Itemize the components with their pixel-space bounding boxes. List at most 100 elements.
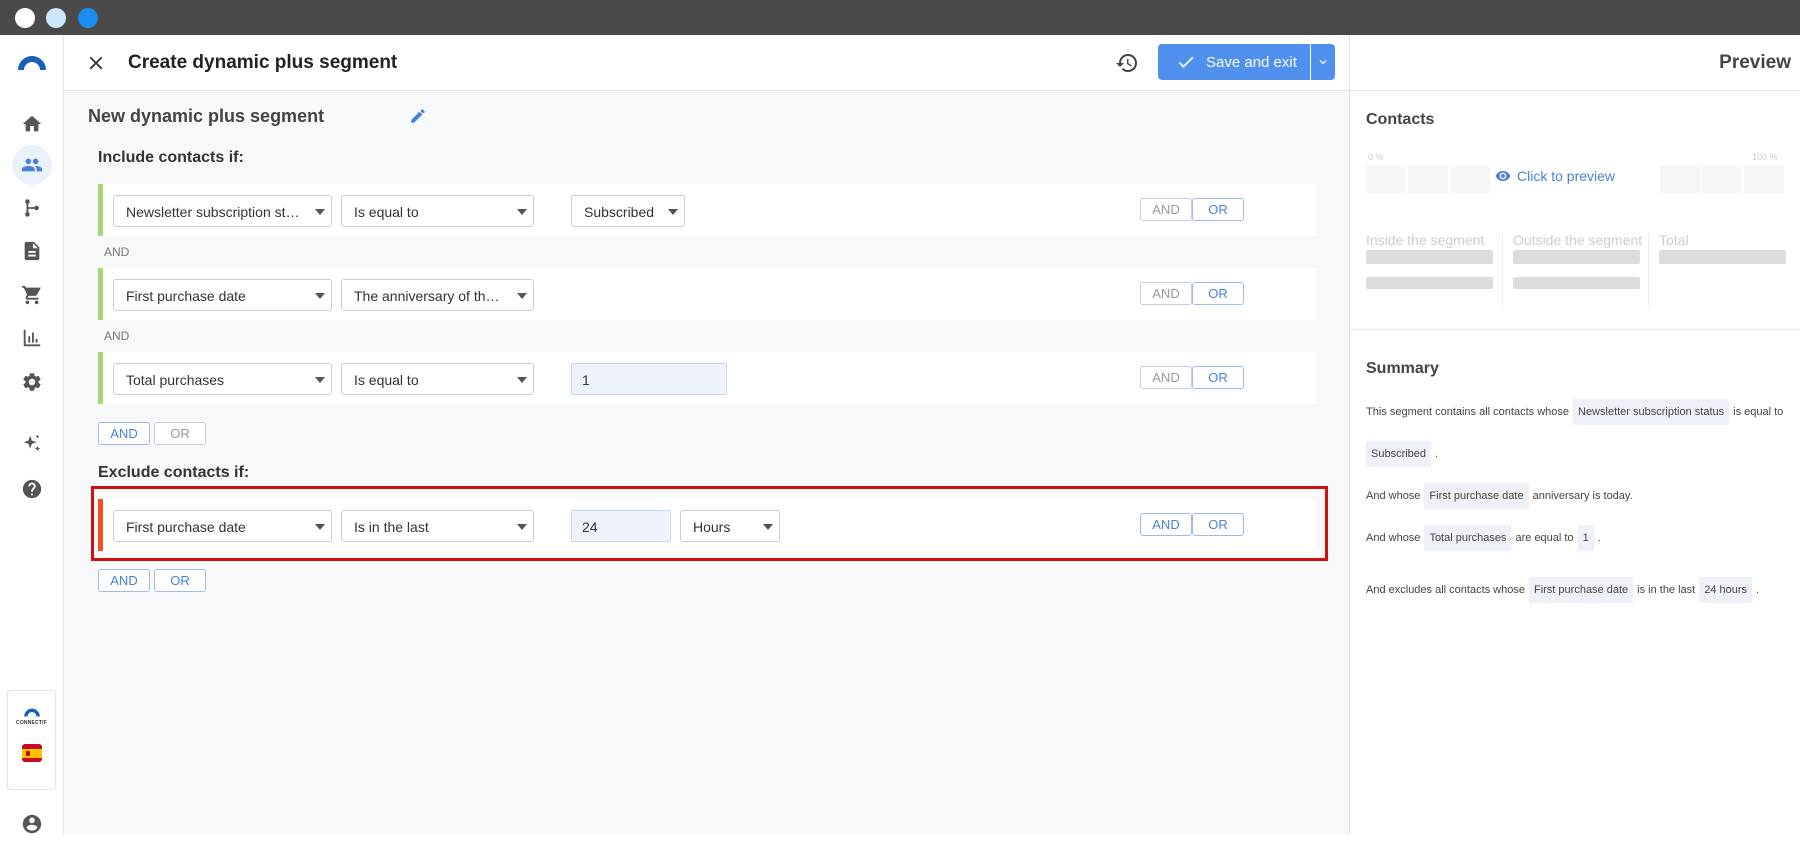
save-and-exit-label: Save and exit <box>1206 53 1297 71</box>
summary-text: And excludes all contacts whose <box>1366 584 1525 596</box>
value-input[interactable]: 1 <box>571 363 727 395</box>
summary-line: And whose Total purchases are equal to 1… <box>1366 525 1601 551</box>
and-button[interactable]: AND <box>1140 282 1192 305</box>
gear-icon <box>23 373 41 391</box>
nav-workflows[interactable] <box>12 188 52 228</box>
summary-text: And whose <box>1366 532 1421 544</box>
window-titlebar <box>0 0 1800 35</box>
and-separator: AND <box>104 245 130 259</box>
outside-segment-label: Outside the segment <box>1513 232 1643 248</box>
field-select-value: Newsletter subscription status <box>126 204 312 220</box>
field-select[interactable]: Newsletter subscription status <box>113 195 332 227</box>
check-icon <box>1178 56 1194 68</box>
summary-text: . <box>1597 532 1601 544</box>
account-switcher[interactable]: CONNECTIF <box>7 690 56 790</box>
operator-select-value: Is equal to <box>354 372 419 388</box>
add-include-and-button[interactable]: AND <box>98 422 150 445</box>
or-button[interactable]: OR <box>1192 282 1244 305</box>
or-button[interactable]: OR <box>1192 198 1244 221</box>
cart-icon <box>21 285 41 305</box>
inside-value-placeholder <box>1366 250 1493 264</box>
left-nav: CONNECTIF <box>0 35 64 835</box>
exclude-rule-highlight <box>91 486 1328 561</box>
nav-analytics[interactable] <box>12 318 52 358</box>
total-label: Total <box>1659 232 1689 248</box>
outside-sub-placeholder <box>1513 277 1640 289</box>
people-icon <box>21 158 43 172</box>
brand-logo-icon <box>24 708 40 717</box>
save-and-exit-button[interactable]: Save and exit <box>1158 44 1310 80</box>
nav-contacts[interactable] <box>12 145 52 185</box>
preview-bar-cell <box>1450 165 1490 193</box>
summary-chip: First purchase date <box>1424 483 1529 509</box>
save-options-dropdown[interactable] <box>1311 44 1335 80</box>
nav-help[interactable] <box>12 469 52 509</box>
field-select[interactable]: First purchase date <box>113 279 332 311</box>
preview-header: Preview <box>1350 35 1800 91</box>
value-select[interactable]: Subscribed <box>571 195 685 227</box>
summary-text: . <box>1435 448 1439 460</box>
bar-chart-icon <box>23 329 41 347</box>
segment-name: New dynamic plus segment <box>88 106 325 126</box>
and-button[interactable]: AND <box>1140 198 1192 221</box>
add-exclude-and-button[interactable]: AND <box>98 569 150 592</box>
window-maximize-dot[interactable] <box>78 8 98 28</box>
summary-line: This segment contains all contacts whose… <box>1366 399 1783 425</box>
nav-profile[interactable] <box>12 804 52 844</box>
outside-value-placeholder <box>1513 250 1640 264</box>
include-section-title: Include contacts if: <box>98 149 244 166</box>
nav-commerce[interactable] <box>12 275 52 315</box>
summary-chip: First purchase date <box>1528 577 1634 603</box>
help-icon <box>22 479 42 499</box>
nav-home[interactable] <box>12 104 52 144</box>
history-icon[interactable] <box>1115 51 1139 75</box>
summary-chip: Total purchases <box>1424 525 1512 551</box>
exclude-section-title: Exclude contacts if: <box>98 464 250 481</box>
summary-chip: Subscribed <box>1366 441 1432 467</box>
and-button[interactable]: AND <box>1140 366 1192 389</box>
summary-text: And whose <box>1366 490 1421 502</box>
window-minimize-dot[interactable] <box>46 8 66 28</box>
stat-divider <box>1648 233 1649 307</box>
include-rule: First purchase date The anniversary of t… <box>98 268 1316 320</box>
summary-chip: 1 <box>1577 525 1594 551</box>
operator-select-value: The anniversary of the date is today <box>354 288 533 304</box>
account-icon <box>22 814 42 834</box>
or-button[interactable]: OR <box>1192 366 1244 389</box>
summary-text: is equal to <box>1733 406 1784 418</box>
field-select-value: Total purchases <box>126 372 225 388</box>
inside-segment-label: Inside the segment <box>1366 232 1485 248</box>
preview-bar-cell <box>1660 165 1700 193</box>
close-icon[interactable] <box>85 52 107 74</box>
summary-line: And excludes all contacts whose First pu… <box>1366 577 1759 603</box>
operator-select[interactable]: Is equal to <box>341 195 534 227</box>
field-select-value: First purchase date <box>126 288 246 304</box>
pencil-icon[interactable] <box>409 107 427 125</box>
preview-bar-cell <box>1366 165 1406 193</box>
preview-title: Preview <box>1719 52 1791 73</box>
preview-bar-cell <box>1408 165 1448 193</box>
preview-panel: Preview Contacts 0 % 100 % Click to prev… <box>1349 35 1800 835</box>
percent-min: 0 % <box>1368 152 1384 162</box>
operator-select[interactable]: Is equal to <box>341 363 534 395</box>
summary-text: . <box>1756 584 1760 596</box>
click-to-preview-button[interactable]: Click to preview <box>1495 168 1615 184</box>
field-select[interactable]: Total purchases <box>113 363 332 395</box>
add-exclude-or-button[interactable]: OR <box>154 569 206 592</box>
nav-content[interactable] <box>12 231 52 271</box>
summary-line: Subscribed . <box>1362 441 1438 467</box>
operator-select-value: Is equal to <box>354 204 419 220</box>
nav-settings[interactable] <box>12 362 52 402</box>
spain-flag-icon[interactable] <box>22 744 42 762</box>
document-icon <box>24 241 40 261</box>
add-include-or-button[interactable]: OR <box>154 422 206 445</box>
chevron-down-icon <box>1319 60 1327 65</box>
include-rule: Newsletter subscription status Is equal … <box>98 184 1316 236</box>
nav-ai[interactable] <box>12 424 52 464</box>
summary-text: anniversary is today. <box>1532 490 1633 502</box>
app-logo-icon[interactable] <box>16 53 48 71</box>
operator-select[interactable]: The anniversary of the date is today <box>341 279 534 311</box>
inside-sub-placeholder <box>1366 277 1493 289</box>
contacts-title: Contacts <box>1366 111 1435 128</box>
window-close-dot[interactable] <box>15 8 35 28</box>
